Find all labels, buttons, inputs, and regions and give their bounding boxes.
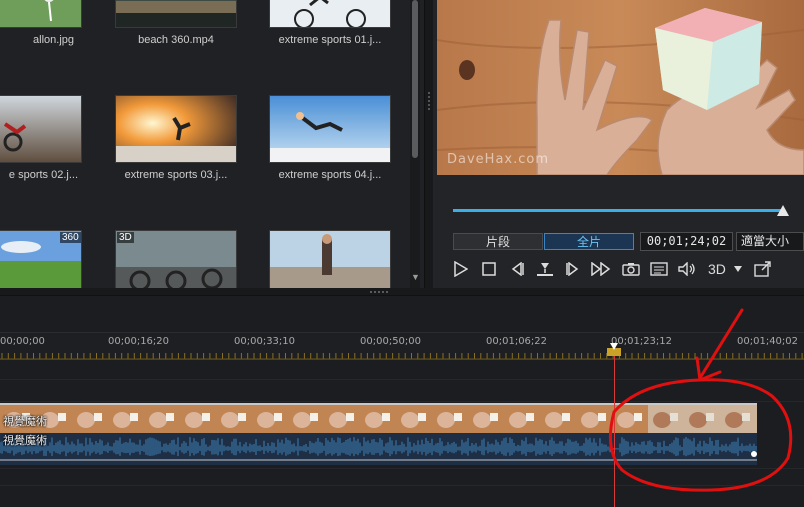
next-frame-button[interactable] [562,259,584,279]
audio-clip[interactable]: 視覺魔術 [0,433,757,465]
media-item-label: e sports 02.j... [8,169,78,181]
playhead-handle[interactable] [607,343,621,356]
media-item-label: extreme sports 01.j... [278,34,382,46]
library-scroll-thumb[interactable] [412,0,418,158]
media-item-label: allon.jpg [33,34,74,46]
video-clip-frames [0,405,757,433]
audio-clip-title: 視覺魔術 [3,435,47,447]
panel-divider[interactable] [425,0,433,288]
subtitle-icon [650,262,668,276]
media-library-panel: allon.jpg beach 360.mp4 extreme sports 0… [0,0,425,288]
media-thumbnail[interactable] [0,95,82,163]
ruler-time-label: 00;00;33;10 [234,336,296,347]
preview-progress-handle[interactable] [776,205,789,216]
play-button[interactable] [450,259,472,279]
split-button[interactable] [534,259,556,279]
scroll-down-arrow-icon[interactable]: ▼ [411,272,420,282]
3d-options-dropdown[interactable] [731,259,745,279]
track-empty [0,360,804,380]
preview-video-frame: DaveHax.com [437,0,804,175]
preview-progress-bar[interactable] [453,209,783,212]
ruler-time-label: 00;00;00 [0,336,45,347]
fast-forward-icon [591,262,611,276]
media-item-balloon[interactable]: allon.jpg [0,0,110,55]
snapshot-camera-icon [622,262,640,276]
ruler-time-label: 00;01;06;22 [486,336,548,347]
media-thumbnail[interactable] [0,0,82,28]
ruler-time-label: 00;00;16;20 [108,336,170,347]
grip-handle-icon [428,92,430,110]
movie-mode-button[interactable]: 全片 [544,233,634,250]
media-item-label: extreme sports 04.j... [278,169,382,181]
next-frame-icon [565,262,581,276]
stop-button[interactable] [478,259,500,279]
media-item-sports02[interactable]: e sports 02.j... [0,95,110,190]
timecode-display[interactable]: 00;01;24;02 [640,232,733,251]
media-item-sports03[interactable]: extreme sports 03.j... [115,95,265,190]
library-scrollbar[interactable]: ▼ [410,0,420,288]
ruler-time-label: 00;00;50;00 [360,336,422,347]
track-empty [0,468,804,486]
volume-button[interactable] [676,259,698,279]
play-icon [454,261,468,277]
volume-icon [678,262,696,276]
audio-clip-end-handle[interactable] [751,451,757,457]
timeline-splitter[interactable] [0,288,804,296]
3d-mode-button[interactable]: 3D [708,259,726,279]
timeline-ruler[interactable]: 00;00;00 00;00;16;20 00;00;33;10 00;00;5… [0,332,804,360]
previous-frame-icon [509,262,525,276]
dropdown-arrow-icon [733,265,743,273]
media-item-label: extreme sports 03.j... [124,169,228,181]
media-item-beach[interactable]: beach 360.mp4 [115,0,265,55]
media-thumbnail[interactable] [269,230,391,288]
stop-icon [482,262,496,276]
ruler-time-label: 00;01;40;02 [737,336,799,347]
3d-badge: 3D [117,232,134,243]
media-thumbnail[interactable] [269,0,391,28]
grip-handle-icon [370,291,388,293]
media-item-landscape360[interactable]: 360 [0,230,110,288]
media-item-sports01[interactable]: extreme sports 01.j... [269,0,419,55]
360-badge: 360 [60,232,81,243]
media-item-sports04[interactable]: extreme sports 04.j... [269,95,419,190]
subtitle-button[interactable] [648,259,670,279]
media-item-skater[interactable] [269,230,419,288]
preview-panel: DaveHax.com 片段 全片 00;01;24;02 適當大小 3D [433,0,804,288]
split-icon [536,261,554,277]
timeline-panel: 00;00;00 00;00;16;20 00;00;33;10 00;00;5… [0,288,804,507]
playhead-line [614,343,615,507]
media-item-label: beach 360.mp4 [138,34,214,46]
fast-forward-button[interactable] [590,259,612,279]
track-empty [0,380,804,402]
previous-frame-button[interactable] [506,259,528,279]
undock-preview-button[interactable] [752,259,774,279]
media-thumbnail[interactable] [115,95,237,163]
media-thumbnail[interactable] [115,0,237,28]
snapshot-button[interactable] [620,259,642,279]
audio-waveform [0,437,757,461]
preview-quality-dropdown[interactable]: 適當大小 [736,232,804,251]
media-thumbnail[interactable] [269,95,391,163]
clip-mode-button[interactable]: 片段 [453,233,543,250]
video-clip[interactable]: 視覺魔術 [0,403,757,433]
watermark-text: DaveHax.com [447,152,549,167]
media-item-motorcycles3d[interactable]: 3D [115,230,265,288]
undock-window-icon [754,261,772,277]
video-clip-title: 視覺魔術 [3,416,47,428]
